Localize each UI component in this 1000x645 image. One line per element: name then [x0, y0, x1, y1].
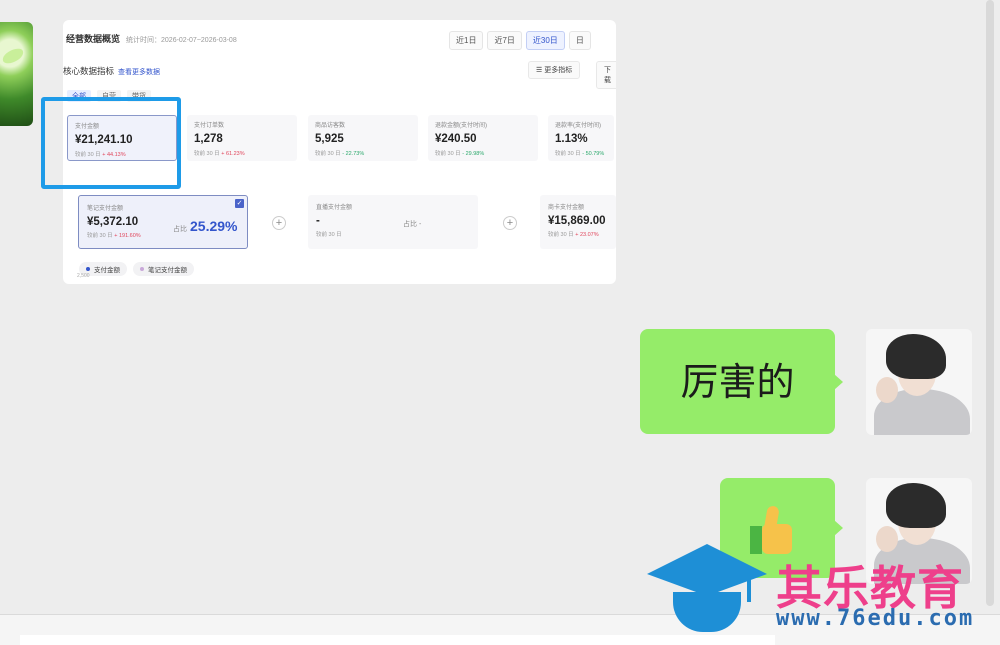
- avatar-hand: [876, 377, 898, 403]
- metric-label: 商卡支付金额: [548, 205, 585, 211]
- avatar-hand: [876, 526, 898, 552]
- metric-card-refund-amount[interactable]: 退款金额(支付时间) ¥240.50 较前 30 日 - 29.98%: [428, 115, 538, 161]
- avatar-hair: [886, 483, 946, 528]
- bubble-tail: [834, 374, 843, 390]
- metric-compare: 较前 30 日 + 61.23%: [194, 151, 245, 157]
- metric-value: ¥240.50: [435, 133, 477, 145]
- ratio: 占比 -: [403, 221, 422, 228]
- chart-legend: 支付金额 笔记支付金额: [79, 262, 194, 276]
- stat-time: 统计时间：2026-02-07~2026-03-08: [126, 37, 237, 44]
- tab-day[interactable]: 日: [568, 31, 591, 50]
- ratio: 占比 25.29%: [173, 218, 238, 234]
- message-input[interactable]: [20, 635, 775, 645]
- core-metrics-header: 核心数据指标 查看更多数据: [63, 65, 160, 77]
- metric-compare: 较前 30 日: [316, 232, 342, 238]
- more-data-link[interactable]: 查看更多数据: [118, 67, 160, 77]
- more-indicators-button[interactable]: ☰ 更多指标: [528, 61, 581, 79]
- dashboard-header: 经营数据概览 统计时间：2026-02-07~2026-03-08: [66, 32, 237, 45]
- highlight-box: [41, 97, 181, 189]
- add-metric-icon[interactable]: +: [272, 216, 286, 230]
- metric-value: 1.13%: [555, 133, 588, 145]
- metric-label: 笔记支付金额: [87, 206, 124, 212]
- metric-compare: 较前 30 日 - 22.73%: [315, 151, 365, 157]
- metric-value: 1,278: [194, 133, 223, 145]
- range-tabs: 近1日 近7日 近30日 日: [449, 31, 591, 50]
- more-indicators-label: 更多指标: [544, 67, 573, 74]
- metric-label: 支付订单数: [194, 123, 225, 129]
- metric-value: ¥15,869.00: [548, 215, 606, 227]
- tab-1day[interactable]: 近1日: [449, 31, 484, 50]
- checked-icon: ✓: [235, 199, 244, 208]
- core-metrics-title: 核心数据指标: [63, 66, 115, 76]
- metric-card-live-pay[interactable]: 直播支付金额 - 较前 30 日 占比 -: [308, 195, 478, 249]
- metric-label: 退款金额(支付时间): [435, 123, 487, 129]
- metric-card-refund-rate[interactable]: 退款率(支付时间) 1.13% 较前 30 日 - 50.79%: [548, 115, 614, 161]
- metric-value: 5,925: [315, 133, 344, 145]
- avatar-hair: [886, 334, 946, 379]
- dashboard-title: 经营数据概览: [66, 34, 121, 44]
- metric-compare: 较前 30 日 - 50.79%: [555, 151, 605, 157]
- legend-dot-icon: [86, 267, 90, 271]
- metric-label: 直播支付金额: [316, 205, 353, 211]
- metric-value: -: [316, 215, 320, 227]
- metric-label: 退款率(支付时间): [555, 123, 601, 129]
- metric-compare: 较前 30 日 - 29.98%: [435, 151, 485, 157]
- graduation-cap-icon: [647, 544, 767, 636]
- legend-note-pay[interactable]: 笔记支付金额: [133, 262, 194, 276]
- scrollbar[interactable]: [986, 0, 994, 606]
- message-bubble[interactable]: 厉害的: [640, 329, 843, 434]
- metric-label: 商品访客数: [315, 123, 346, 129]
- metric-card-note-pay[interactable]: ✓ 笔记支付金额 ¥5,372.10 较前 30 日 + 191.60% 占比 2…: [78, 195, 248, 249]
- contact-avatar[interactable]: [0, 22, 33, 126]
- leaf-decoration: [0, 46, 26, 66]
- tab-30day[interactable]: 近30日: [525, 31, 565, 50]
- bubble-tail: [834, 520, 843, 536]
- axis-tick: 2,500: [77, 273, 90, 279]
- message-text: 厉害的: [680, 360, 795, 404]
- watermark-url: www.76edu.com: [776, 606, 975, 631]
- add-metric-icon[interactable]: +: [503, 216, 517, 230]
- legend-dot-icon: [140, 267, 144, 271]
- download-button[interactable]: 下载: [596, 61, 616, 89]
- self-avatar[interactable]: [866, 329, 972, 435]
- metric-card-visitors[interactable]: 商品访客数 5,925 较前 30 日 - 22.73%: [308, 115, 418, 161]
- tab-7day[interactable]: 近7日: [487, 31, 522, 50]
- metric-compare: 较前 30 日 + 23.07%: [548, 232, 599, 238]
- metric-card-product-card-pay[interactable]: 商卡支付金额 ¥15,869.00 较前 30 日 + 23.07%: [540, 195, 616, 249]
- metric-card-orders[interactable]: 支付订单数 1,278 较前 30 日 + 61.23%: [187, 115, 297, 161]
